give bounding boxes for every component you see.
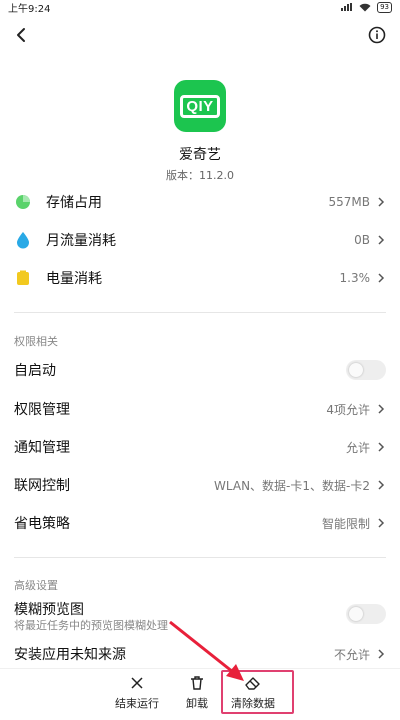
divider xyxy=(14,312,386,313)
chevron-right-icon xyxy=(378,235,385,245)
chevron-right-icon xyxy=(378,273,385,283)
autostart-label: 自启动 xyxy=(14,363,56,379)
unknown-sources-row[interactable]: 安装应用未知来源 不允许 xyxy=(14,636,386,672)
storage-label: 存储占用 xyxy=(46,195,102,211)
permissions-section-title: 权限相关 xyxy=(14,335,58,348)
autostart-toggle[interactable] xyxy=(346,360,386,380)
back-button[interactable] xyxy=(10,24,32,46)
app-logo: QIY xyxy=(180,94,220,118)
app-icon: QIY xyxy=(174,80,226,132)
info-icon xyxy=(368,26,386,44)
signal-icon xyxy=(341,3,353,11)
notification-value: 允许 xyxy=(345,440,370,455)
force-stop-button[interactable]: 结束运行 xyxy=(115,675,159,711)
permission-manage-label: 权限管理 xyxy=(14,402,70,418)
toggle-knob xyxy=(349,363,363,377)
storage-value: 557MB xyxy=(328,195,371,209)
back-arrow-icon xyxy=(17,28,25,42)
data-usage-row[interactable]: 月流量消耗 0B xyxy=(14,222,386,258)
divider xyxy=(14,557,386,558)
blur-preview-toggle[interactable] xyxy=(346,604,386,624)
chevron-right-icon xyxy=(378,197,385,207)
battery-usage-icon xyxy=(14,269,32,287)
network-control-label: 联网控制 xyxy=(14,478,70,494)
info-button[interactable] xyxy=(366,24,388,46)
drop-icon xyxy=(14,231,32,249)
wifi-icon xyxy=(359,3,371,11)
uninstall-button[interactable]: 卸载 xyxy=(186,675,208,711)
status-bar: 上午9:24 93 xyxy=(0,0,400,15)
network-control-value: WLAN、数据-卡1、数据-卡2 xyxy=(214,478,370,493)
storage-row[interactable]: 存储占用 557MB xyxy=(14,184,386,220)
force-stop-label: 结束运行 xyxy=(115,697,159,710)
app-name: 爱奇艺 xyxy=(179,147,221,163)
autostart-row[interactable]: 自启动 xyxy=(14,352,386,388)
chevron-right-icon xyxy=(378,480,385,490)
bottom-action-bar: 结束运行 卸载 清除数据 xyxy=(0,668,400,720)
pie-icon xyxy=(14,193,32,211)
highlight-box xyxy=(221,670,294,714)
chevron-right-icon xyxy=(378,442,385,452)
network-control-row[interactable]: 联网控制 WLAN、数据-卡1、数据-卡2 xyxy=(14,467,386,503)
power-strategy-value: 智能限制 xyxy=(321,516,370,531)
trash-icon xyxy=(191,676,203,690)
status-icons: 93 xyxy=(341,1,392,13)
status-time: 上午9:24 xyxy=(8,3,51,15)
notification-row[interactable]: 通知管理 允许 xyxy=(14,429,386,465)
data-usage-value: 0B xyxy=(354,233,370,247)
battery-icon: 93 xyxy=(377,1,392,13)
blur-preview-label: 模糊预览图 xyxy=(14,602,84,618)
blur-preview-description: 将最近任务中的预览图模糊处理 xyxy=(14,619,168,632)
advanced-section-title: 高级设置 xyxy=(14,579,58,592)
power-strategy-row[interactable]: 省电策略 智能限制 xyxy=(14,505,386,541)
battery-usage-value: 1.3% xyxy=(339,271,371,285)
permission-manage-value: 4项允许 xyxy=(326,402,370,417)
power-strategy-label: 省电策略 xyxy=(14,516,70,532)
unknown-sources-value: 不允许 xyxy=(333,647,370,662)
top-bar xyxy=(0,22,400,48)
chevron-right-icon xyxy=(378,404,385,414)
close-icon xyxy=(131,677,143,689)
toggle-knob xyxy=(349,607,363,621)
app-version: 版本：11.2.0 xyxy=(166,169,234,182)
notification-label: 通知管理 xyxy=(14,440,70,456)
chevron-right-icon xyxy=(378,649,385,659)
battery-usage-row[interactable]: 电量消耗 1.3% xyxy=(14,260,386,296)
app-header: QIY 爱奇艺 版本：11.2.0 xyxy=(0,80,400,183)
uninstall-label: 卸载 xyxy=(186,697,208,710)
unknown-sources-label: 安装应用未知来源 xyxy=(14,647,126,663)
data-usage-label: 月流量消耗 xyxy=(46,233,116,249)
battery-usage-label: 电量消耗 xyxy=(46,271,102,287)
permission-manage-row[interactable]: 权限管理 4项允许 xyxy=(14,391,386,427)
chevron-right-icon xyxy=(378,518,385,528)
